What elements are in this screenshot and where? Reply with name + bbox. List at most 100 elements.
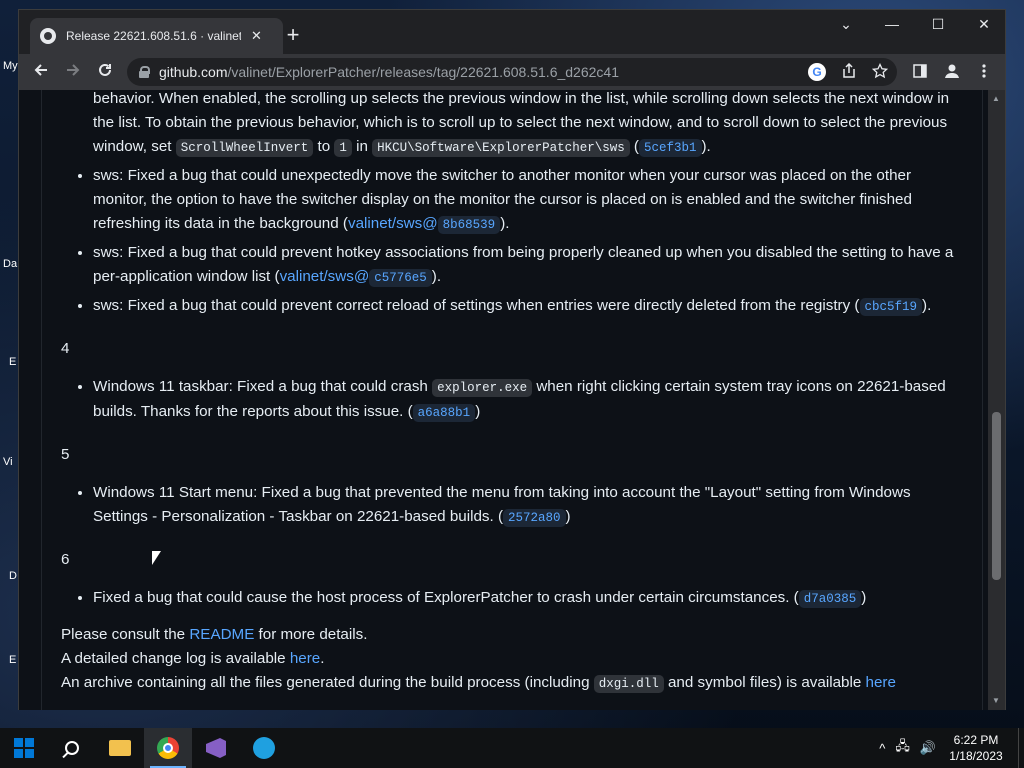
- tab-close-button[interactable]: ✕: [251, 28, 262, 44]
- desktop-label: My: [3, 60, 18, 72]
- forward-button[interactable]: [62, 62, 84, 83]
- commit-link[interactable]: 2572a80: [503, 509, 566, 527]
- repo-link[interactable]: valinet/sws@: [348, 215, 438, 232]
- github-icon: [40, 28, 56, 44]
- commit-link[interactable]: 8b68539: [437, 216, 501, 234]
- paragraph-text: to: [313, 138, 335, 155]
- list-item-text: Windows 11 taskbar: Fixed a bug that cou…: [93, 378, 433, 395]
- changelog-link[interactable]: here: [290, 650, 320, 667]
- list-item: sws: Fixed a bug that could unexpectedly…: [93, 164, 966, 237]
- forward-arrow-icon: [67, 64, 80, 76]
- scrollbar-thumb[interactable]: [992, 412, 1001, 580]
- browser-tab-active[interactable]: Release 22621.608.51.6 · valinet/E ✕: [30, 18, 283, 54]
- list-item: Windows 11 Start menu: Fixed a bug that …: [93, 481, 966, 530]
- list-item-text: ).: [922, 297, 932, 314]
- paragraph-text: Please consult the: [61, 626, 190, 643]
- chrome-taskbar-button[interactable]: [144, 728, 192, 768]
- inline-code: HKCU\Software\ExplorerPatcher\sws: [372, 139, 630, 157]
- close-window-button[interactable]: ✕: [961, 16, 1007, 33]
- new-tab-button[interactable]: +: [281, 24, 305, 48]
- list-item-text: ).: [500, 215, 510, 232]
- list-item-text: ): [475, 403, 481, 420]
- google-icon: G: [808, 63, 826, 81]
- list-item: Fixed a bug that could cause the host pr…: [93, 586, 966, 611]
- share-button[interactable]: [839, 62, 859, 83]
- paragraph-text: ).: [701, 138, 711, 155]
- inline-code: dxgi.dll: [593, 675, 664, 693]
- repo-link[interactable]: valinet/sws@: [280, 268, 370, 285]
- address-bar[interactable]: github.com/valinet/ExplorerPatcher/relea…: [127, 58, 897, 86]
- share-icon: [843, 62, 855, 78]
- changes-list: Windows 11 Start menu: Fixed a bug that …: [42, 481, 982, 530]
- browser-titlebar: Release 22621.608.51.6 · valinet/E ✕ + ⌄…: [19, 10, 1005, 54]
- paragraph-text: for more details.: [254, 626, 368, 643]
- reload-icon: [99, 63, 111, 76]
- changes-list: sws: Fixed a bug that could unexpectedly…: [42, 164, 982, 319]
- folder-icon: [109, 740, 131, 756]
- list-item-text: Windows 11 Start menu: Fixed a bug that …: [93, 484, 911, 525]
- show-hidden-icons-chevron-icon[interactable]: ^: [879, 741, 885, 756]
- browser-toolbar: github.com/valinet/ExplorerPatcher/relea…: [19, 54, 1005, 90]
- windows-taskbar: ^ 🖧 🔊 6:22 PM 1/18/2023: [0, 728, 1024, 768]
- page-viewport: behavior. When enabled, the scrolling up…: [19, 90, 1005, 710]
- google-lens-button[interactable]: G: [808, 63, 828, 83]
- continued-paragraph: behavior. When enabled, the scrolling up…: [42, 90, 982, 160]
- url-path: /valinet/ExplorerPatcher/releases/tag/22…: [227, 64, 619, 80]
- minimize-button[interactable]: —: [869, 16, 915, 32]
- paragraph-text: in: [351, 138, 373, 155]
- tab-search-button[interactable]: ⌄: [823, 16, 869, 33]
- paragraph-text: A detailed change log is available: [61, 650, 290, 667]
- file-explorer-button[interactable]: [96, 728, 144, 768]
- mouse-cursor-icon: [152, 551, 161, 565]
- internet-explorer-button[interactable]: [240, 728, 288, 768]
- volume-icon[interactable]: 🔊: [920, 740, 936, 756]
- changelog-line: A detailed change log is available here.: [42, 647, 982, 671]
- archive-link[interactable]: here: [866, 674, 896, 691]
- list-item-text: Fixed a bug that could cause the host pr…: [93, 589, 799, 606]
- taskbar-clock[interactable]: 6:22 PM 1/18/2023: [946, 732, 1006, 764]
- section-number: 5: [61, 446, 70, 463]
- scroll-up-arrow-icon[interactable]: ▲: [992, 94, 1000, 103]
- side-panel-button[interactable]: [910, 63, 930, 83]
- search-icon: [65, 741, 79, 755]
- commit-link[interactable]: c5776e5: [369, 269, 432, 287]
- list-item-text: ).: [431, 268, 442, 285]
- commit-link[interactable]: d7a0385: [798, 590, 862, 608]
- internet-explorer-icon: [253, 737, 275, 759]
- desktop-label: Vi: [3, 456, 13, 468]
- clock-date: 1/18/2023: [949, 749, 1003, 763]
- paragraph-text: and symbol files) is available: [663, 674, 866, 691]
- scroll-down-arrow-icon[interactable]: ▼: [992, 696, 1000, 705]
- commit-link[interactable]: a6a88b1: [412, 404, 476, 422]
- readme-link[interactable]: README: [189, 626, 254, 643]
- maximize-button[interactable]: ☐: [915, 16, 961, 33]
- desktop-label: D: [9, 570, 17, 582]
- page-scrollbar[interactable]: ▲ ▼: [988, 90, 1005, 710]
- start-button[interactable]: [0, 728, 48, 768]
- menu-button[interactable]: [974, 63, 994, 83]
- back-arrow-icon: [34, 64, 47, 76]
- bookmark-button[interactable]: [870, 62, 890, 83]
- changes-list: Fixed a bug that could cause the host pr…: [42, 586, 982, 611]
- commit-link[interactable]: 5cef3b1: [638, 139, 702, 157]
- reload-button[interactable]: [94, 62, 116, 83]
- windows-logo-icon: [14, 738, 34, 758]
- commit-link[interactable]: cbc5f19: [859, 298, 923, 316]
- clock-time: 6:22 PM: [953, 733, 999, 747]
- paragraph-text: .: [320, 650, 325, 667]
- list-item: sws: Fixed a bug that could prevent corr…: [93, 294, 966, 319]
- tab-title: Release 22621.608.51.6 · valinet/E: [66, 29, 241, 43]
- side-panel-icon: [913, 64, 927, 78]
- profile-button[interactable]: [942, 63, 962, 83]
- show-desktop-button[interactable]: [1018, 728, 1024, 768]
- back-button[interactable]: [30, 62, 52, 83]
- visual-studio-icon: [206, 738, 226, 758]
- visual-studio-button[interactable]: [192, 728, 240, 768]
- search-button[interactable]: [48, 728, 96, 768]
- changes-list: Windows 11 taskbar: Fixed a bug that cou…: [42, 375, 982, 425]
- paragraph-text: An archive containing all the files gene…: [61, 674, 594, 691]
- list-item-text: ): [861, 589, 867, 606]
- kebab-menu-icon: [982, 64, 986, 78]
- network-icon[interactable]: 🖧: [895, 737, 910, 759]
- profile-icon: [945, 64, 959, 78]
